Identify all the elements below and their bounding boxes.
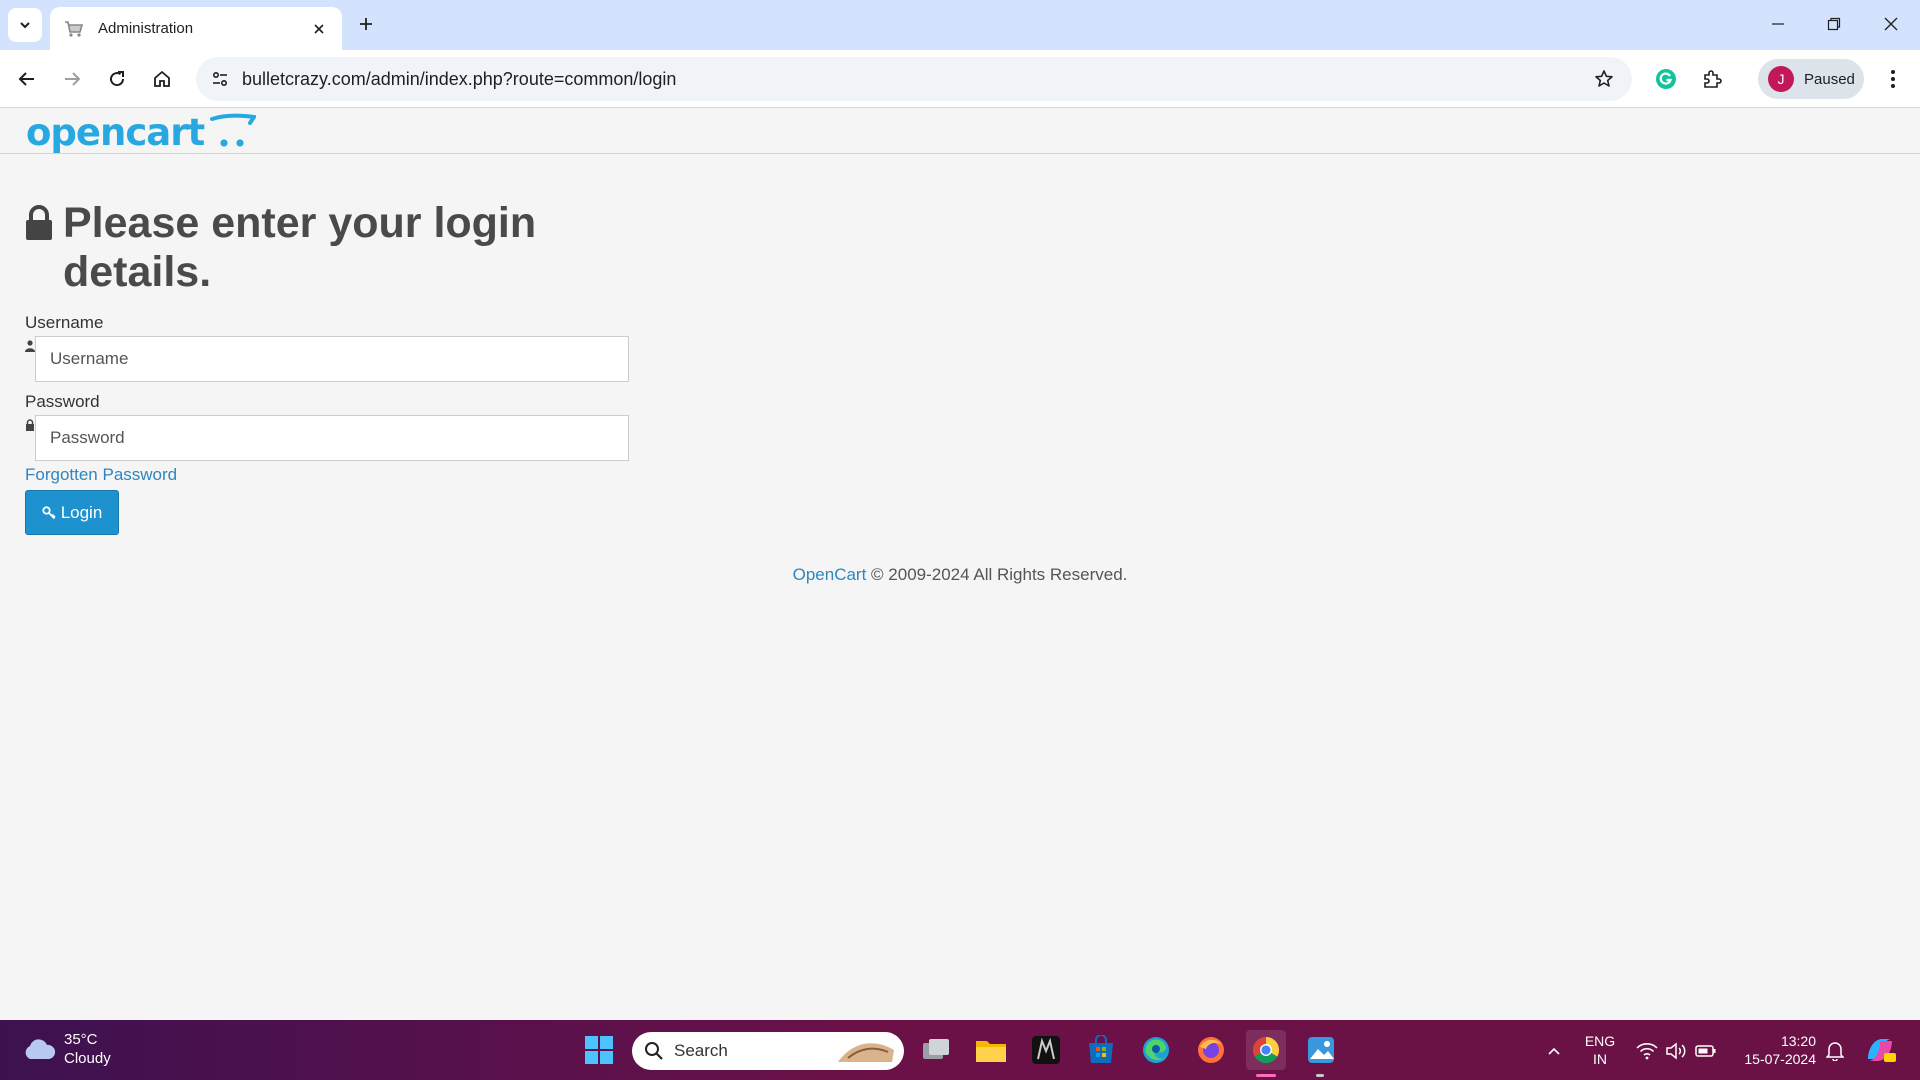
clock-date: 15-07-2024 xyxy=(1744,1051,1816,1067)
copilot-icon[interactable] xyxy=(1860,1030,1900,1070)
search-icon xyxy=(645,1042,663,1060)
username-label: Username xyxy=(25,313,104,332)
windows-logo-icon xyxy=(585,1036,613,1064)
restore-button[interactable] xyxy=(1814,8,1854,40)
username-group xyxy=(25,336,629,382)
region-code: IN xyxy=(1593,1051,1607,1067)
restore-icon xyxy=(1827,17,1841,31)
battery-icon[interactable] xyxy=(1695,1040,1717,1062)
login-heading: Please enter your login details. xyxy=(25,199,629,297)
profile-button[interactable]: J Paused xyxy=(1758,59,1864,99)
lock-small-icon xyxy=(26,419,34,431)
password-input[interactable] xyxy=(35,415,629,461)
password-group xyxy=(25,415,629,461)
bookmark-star-icon[interactable] xyxy=(1586,61,1622,97)
grammarly-extension-icon[interactable] xyxy=(1649,62,1683,96)
key-icon xyxy=(42,505,56,519)
password-label: Password xyxy=(25,392,100,411)
site-info-icon[interactable] xyxy=(200,59,240,99)
copyright-text: © 2009-2024 All Rights Reserved. xyxy=(866,565,1128,584)
wifi-icon[interactable] xyxy=(1636,1040,1658,1062)
plus-icon xyxy=(360,18,372,30)
extensions-puzzle-icon[interactable] xyxy=(1695,62,1729,96)
page-footer: OpenCart © 2009-2024 All Rights Reserved… xyxy=(0,565,1920,585)
home-button[interactable] xyxy=(145,62,179,96)
notification-bell-icon[interactable] xyxy=(1824,1040,1846,1062)
taskbar-search[interactable]: Search xyxy=(632,1032,904,1070)
minimize-button[interactable] xyxy=(1758,8,1798,40)
arrow-left-icon xyxy=(18,72,34,86)
browser-tab-strip: Administration xyxy=(0,0,1920,50)
page-viewport: opencart Please enter your login details… xyxy=(0,109,1920,1020)
active-tab[interactable]: Administration xyxy=(50,7,342,50)
weather-temperature: 35°C xyxy=(64,1031,98,1048)
new-tab-button[interactable] xyxy=(352,10,380,38)
close-icon xyxy=(1884,17,1898,31)
photos-running-indicator xyxy=(1316,1074,1324,1077)
chevron-up-icon[interactable] xyxy=(1543,1040,1565,1062)
lock-icon xyxy=(26,205,52,240)
browser-toolbar: bulletcrazy.com/admin/index.php?route=co… xyxy=(0,50,1920,108)
tab-search-button[interactable] xyxy=(8,8,42,42)
opencart-logo[interactable]: opencart xyxy=(26,111,257,155)
login-title-text: Please enter your login details. xyxy=(63,199,537,296)
url-text[interactable]: bulletcrazy.com/admin/index.php?route=co… xyxy=(242,69,1586,90)
login-panel: Please enter your login details. Usernam… xyxy=(25,199,629,535)
profile-status: Paused xyxy=(1804,70,1855,88)
address-bar[interactable]: bulletcrazy.com/admin/index.php?route=co… xyxy=(196,57,1632,101)
logo-text: opencart xyxy=(26,111,205,154)
volume-icon[interactable] xyxy=(1665,1040,1687,1062)
chrome-icon[interactable] xyxy=(1246,1030,1286,1070)
close-tab-icon[interactable] xyxy=(308,18,330,40)
avatar: J xyxy=(1768,66,1794,92)
forgotten-password-link[interactable]: Forgotten Password xyxy=(25,464,177,486)
back-button[interactable] xyxy=(10,62,44,96)
reload-icon xyxy=(110,71,125,87)
reload-button[interactable] xyxy=(100,62,134,96)
clock-time: 13:20 xyxy=(1780,1033,1816,1049)
username-input[interactable] xyxy=(35,336,629,382)
language-code: ENG xyxy=(1584,1033,1616,1049)
photos-app-icon[interactable] xyxy=(1301,1030,1341,1070)
weather-condition: Cloudy xyxy=(64,1050,111,1067)
chevron-down-icon xyxy=(20,22,30,29)
close-window-button[interactable] xyxy=(1871,8,1911,40)
taskbar-search-label: Search xyxy=(674,1041,728,1060)
forward-button[interactable] xyxy=(55,62,89,96)
search-highlight-icon xyxy=(838,1043,894,1062)
file-explorer-icon[interactable] xyxy=(971,1030,1011,1070)
login-button[interactable]: Login xyxy=(25,490,119,535)
login-button-label: Login xyxy=(60,502,103,522)
opencart-footer-link[interactable]: OpenCart xyxy=(793,565,867,584)
input-language[interactable]: ENG IN xyxy=(1580,1032,1620,1068)
user-icon xyxy=(25,340,35,352)
clock[interactable]: 13:20 15-07-2024 xyxy=(1732,1032,1816,1068)
page-header: opencart xyxy=(0,109,1920,154)
weather-widget[interactable]: 35°C Cloudy xyxy=(22,1030,111,1068)
firefox-icon[interactable] xyxy=(1191,1030,1231,1070)
cloud-icon xyxy=(25,1039,56,1059)
cart-favicon-icon xyxy=(64,19,84,39)
edge-browser-icon[interactable] xyxy=(1136,1030,1176,1070)
cart-logo-icon xyxy=(210,113,257,147)
tab-title: Administration xyxy=(98,20,194,37)
windows-taskbar: 35°C Cloudy Search ENG IN 13:20 15-07-20… xyxy=(0,1020,1920,1080)
chrome-active-indicator xyxy=(1256,1074,1276,1077)
browser-menu-button[interactable] xyxy=(1876,62,1910,96)
microsoft-store-icon[interactable] xyxy=(1081,1030,1121,1070)
game-app-icon[interactable] xyxy=(1026,1030,1066,1070)
task-view-icon[interactable] xyxy=(916,1030,956,1070)
minimize-icon xyxy=(1772,23,1784,25)
arrow-right-icon xyxy=(65,72,81,86)
kebab-menu-icon xyxy=(1891,70,1895,88)
start-button[interactable] xyxy=(579,1030,619,1070)
home-icon xyxy=(154,70,170,87)
